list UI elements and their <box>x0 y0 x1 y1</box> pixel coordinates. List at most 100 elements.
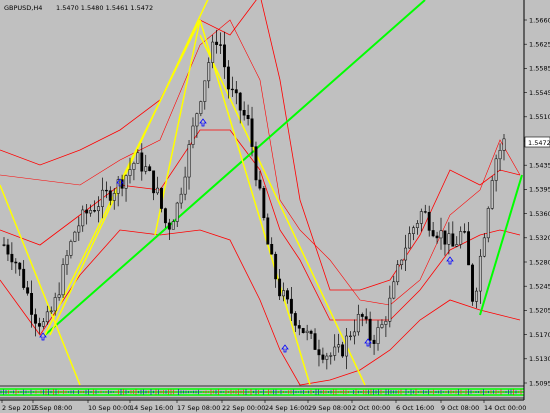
candle-body <box>160 187 163 209</box>
candle-body <box>10 253 14 263</box>
candle-body <box>471 264 474 302</box>
candle-body <box>329 355 333 357</box>
candle-body <box>85 209 89 214</box>
x-tick-label: 7 Sep 08:00 <box>33 404 72 412</box>
x-tick-label: 24 Sep 16:00 <box>265 404 308 412</box>
candle-body <box>467 231 471 266</box>
candle-body <box>167 222 171 230</box>
candle-body <box>69 241 73 256</box>
candle-body <box>187 144 191 178</box>
candle-body <box>368 318 372 341</box>
y-tick-label: 1.5320 <box>529 234 550 242</box>
candle-body <box>148 166 152 172</box>
candle-body <box>112 193 116 201</box>
candle-body <box>242 109 246 116</box>
candle-body <box>301 328 305 333</box>
candle-body <box>494 158 498 181</box>
candle-body <box>136 152 140 164</box>
candle-body <box>262 188 266 219</box>
candle-body <box>77 225 81 233</box>
candle-body <box>73 231 77 242</box>
candle-body <box>53 297 57 312</box>
candle-body <box>49 310 53 313</box>
candle-body <box>423 211 427 213</box>
candle-body <box>427 212 431 231</box>
candle-body <box>490 180 494 209</box>
candle-body <box>191 125 195 145</box>
candle-body <box>325 355 329 360</box>
candle-body <box>183 176 187 195</box>
candle-body <box>152 170 156 194</box>
x-tick-label: 2 Oct 00:00 <box>352 404 390 412</box>
candle-body <box>443 230 447 245</box>
candle-body <box>45 311 49 323</box>
candle-body <box>230 88 234 91</box>
candle-body <box>356 314 360 333</box>
candle-body <box>435 235 439 239</box>
candle-body <box>207 62 211 82</box>
x-tick-label: 14 Oct 00:00 <box>484 404 526 412</box>
candle-body <box>384 321 388 325</box>
candle-body <box>380 324 384 328</box>
chart-title: GBPUSD,H4 <box>4 4 42 12</box>
candle-body <box>372 339 376 344</box>
candle-body <box>404 247 408 261</box>
candle-body <box>388 297 392 322</box>
candle-body <box>439 230 443 239</box>
y-tick-label: 1.5510 <box>529 113 550 121</box>
candle-body <box>89 210 93 214</box>
price-chart[interactable]: GBPUSD,H4 1.5470 1.5480 1.5461 1.5472 1.… <box>0 0 550 413</box>
candle-body <box>238 92 242 111</box>
y-tick-label: 1.5435 <box>529 162 550 170</box>
current-price: 1.5472 <box>528 139 550 147</box>
candle-body <box>400 259 404 265</box>
x-tick-label: 6 Oct 16:00 <box>396 404 434 412</box>
candle-body <box>211 41 215 63</box>
candle-body <box>254 146 258 181</box>
candle-body <box>26 287 30 294</box>
candle-body <box>345 335 348 357</box>
candle-body <box>451 233 455 247</box>
candle-body <box>57 294 61 298</box>
candle-body <box>2 244 6 246</box>
x-tick-label: 9 Oct 08:00 <box>441 404 479 412</box>
candle-body <box>341 344 345 357</box>
candle-body <box>498 150 502 160</box>
candle-body <box>171 221 175 230</box>
candle-body <box>349 335 352 338</box>
candle-body <box>376 327 380 344</box>
candle-body <box>226 66 230 90</box>
candle-body <box>337 344 341 348</box>
candle-body <box>293 313 297 326</box>
candle-body <box>6 244 10 255</box>
candle-body <box>215 41 219 45</box>
candle-body <box>246 114 250 120</box>
candle-body <box>297 325 301 329</box>
candle-body <box>34 314 37 324</box>
candle-body <box>364 316 368 320</box>
candle-body <box>234 89 238 94</box>
y-tick-label: 1.5545 <box>529 89 550 97</box>
x-tick-label: 17 Sep 08:00 <box>177 404 220 412</box>
candle-body <box>18 262 22 270</box>
y-tick-label: 1.5360 <box>529 210 550 218</box>
candle-body <box>474 290 478 302</box>
candle-body <box>128 169 132 176</box>
y-tick-label: 1.5625 <box>529 41 550 49</box>
y-tick-label: 1.5205 <box>529 307 550 315</box>
candle-body <box>163 208 167 224</box>
candle-body <box>258 179 262 189</box>
x-tick-label: 29 Sep 08:00 <box>308 404 351 412</box>
candle-body <box>309 330 313 334</box>
candle-body <box>482 237 486 257</box>
candle-body <box>219 44 222 46</box>
candle-body <box>203 80 207 102</box>
candle-body <box>93 210 97 212</box>
candle-body <box>37 323 41 327</box>
candle-body <box>195 113 199 127</box>
x-tick-label: 10 Sep 00:00 <box>88 404 131 412</box>
y-tick-label: 1.5095 <box>529 379 550 387</box>
candle-body <box>486 208 490 239</box>
candle-body <box>199 101 203 114</box>
chart-window[interactable]: GBPUSD,H4 1.5470 1.5480 1.5461 1.5472 1.… <box>0 0 550 413</box>
